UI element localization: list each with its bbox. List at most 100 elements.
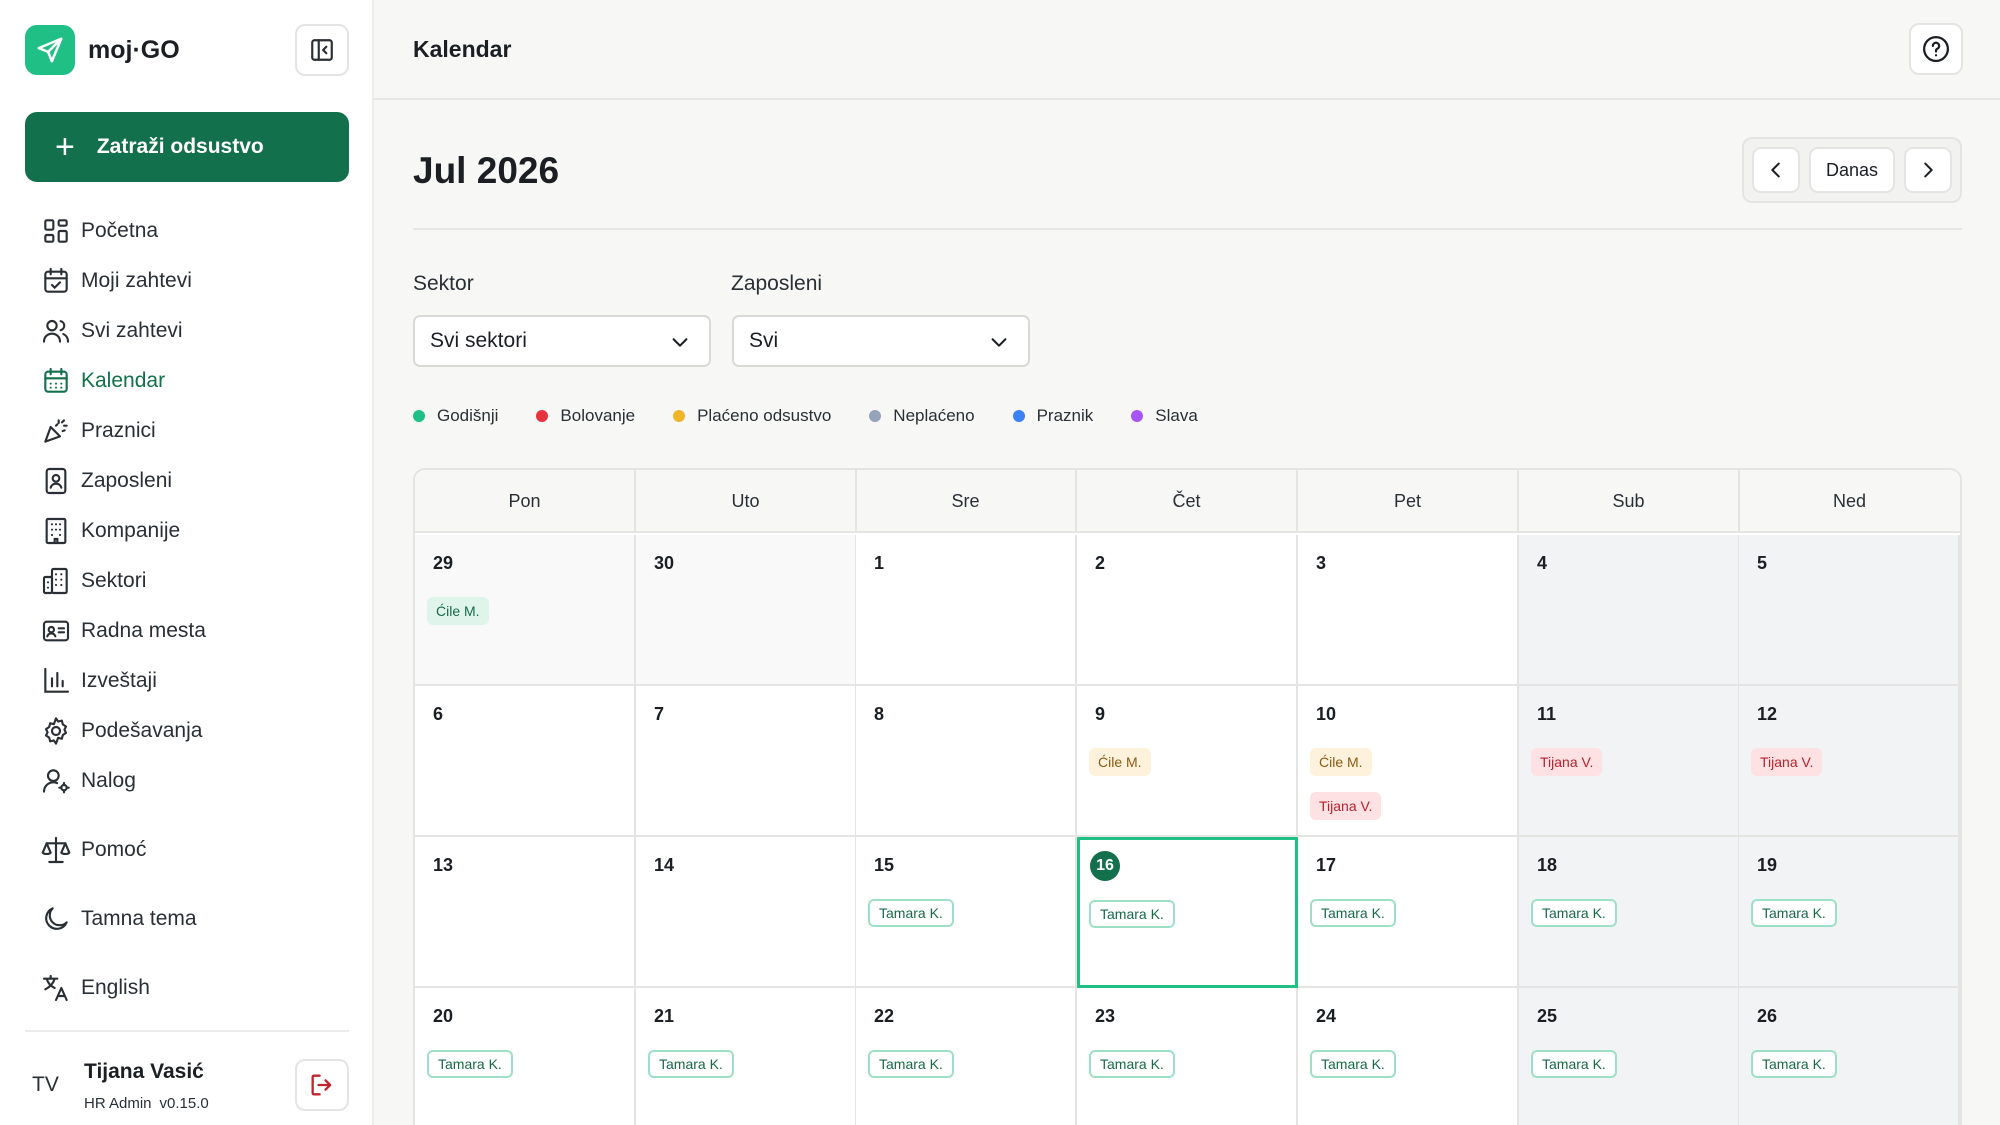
sidebar-item-label: Izveštaji (81, 669, 157, 692)
day-number: 6 (433, 704, 444, 724)
legend-dot (869, 410, 882, 422)
previous-month-button[interactable] (1752, 147, 1800, 193)
weekday-label: Uto (636, 470, 857, 533)
user-role: HR Admin (84, 1095, 152, 1112)
calendar-day[interactable]: 20 Tamara K. (415, 988, 636, 1125)
calendar-day[interactable]: 17 Tamara K. (1298, 837, 1519, 988)
sidebar-item-radna-mesta[interactable]: Radna mesta (40, 611, 206, 651)
weekday-label: Sub (1519, 470, 1740, 533)
help-button[interactable] (1909, 23, 1963, 75)
scales-icon (41, 836, 71, 864)
avatar: TV (32, 1073, 59, 1096)
calendar-day[interactable]: 14 (636, 837, 857, 988)
legend-item: Godišnji (413, 406, 498, 426)
calendar-day[interactable]: 30 (636, 535, 857, 686)
calendar-day[interactable]: 21 Tamara K. (636, 988, 857, 1125)
absence-chip[interactable]: Tamara K. (1089, 1050, 1175, 1078)
calendar-day[interactable]: 26 Tamara K. (1739, 988, 1960, 1125)
sidebar-item-kalendar[interactable]: Kalendar (40, 361, 165, 401)
absence-chip[interactable]: Ćile M. (427, 597, 489, 625)
id-badge-icon (45, 467, 67, 495)
calendar-day[interactable]: 13 (415, 837, 636, 988)
sidebar-item-kompanije[interactable]: Kompanije (40, 511, 180, 551)
calendar-day[interactable]: 8 (856, 686, 1077, 837)
calendar-day[interactable]: 24 Tamara K. (1298, 988, 1519, 1125)
absence-chip[interactable]: Tijana V. (1751, 748, 1823, 776)
calendar-day[interactable]: 12 Tijana V. (1739, 686, 1960, 837)
sidebar-item-svi-zahtevi[interactable]: Svi zahtevi (40, 311, 183, 351)
absence-chip[interactable]: Tamara K. (1089, 900, 1175, 928)
calendar-day[interactable]: 7 (636, 686, 857, 837)
sidebar-item-sektori[interactable]: Sektori (40, 561, 146, 601)
dark-theme-toggle[interactable]: Tamna tema (40, 899, 197, 939)
absence-chip[interactable]: Tamara K. (868, 1050, 954, 1078)
language-toggle[interactable]: English (40, 968, 150, 1008)
absence-chip[interactable]: Tamara K. (648, 1050, 734, 1078)
calendar-day[interactable]: 19 Tamara K. (1739, 837, 1960, 988)
day-number: 15 (874, 855, 895, 875)
employee-select-value: Svi (749, 329, 779, 352)
calendar-day[interactable]: 6 (415, 686, 636, 837)
calendar-day[interactable]: 1 (856, 535, 1077, 686)
sidebar-item-praznici[interactable]: Praznici (40, 411, 156, 451)
help-icon (1923, 36, 1949, 62)
plus-icon: + (55, 128, 75, 166)
sidebar-item-label: Pomoć (81, 838, 147, 861)
calendar-day[interactable]: 9 Ćile M. (1077, 686, 1298, 837)
bar-chart-icon (44, 667, 70, 693)
calendar-day[interactable]: 3 (1298, 535, 1519, 686)
employee-select[interactable]: Svi (732, 315, 1030, 367)
sidebar-item-moji-zahtevi[interactable]: Moji zahtevi (40, 261, 192, 301)
calendar-day[interactable]: 22 Tamara K. (856, 988, 1077, 1125)
day-number: 26 (1757, 1006, 1778, 1026)
absence-chip[interactable]: Tamara K. (868, 899, 954, 927)
request-leave-label: Zatraži odsustvo (96, 135, 264, 158)
absence-chip[interactable]: Ćile M. (1310, 748, 1372, 776)
logout-button[interactable] (295, 1059, 349, 1111)
legend-item: Slava (1131, 406, 1198, 426)
sidebar-divider (25, 1030, 349, 1032)
sidebar-item-izvestaji[interactable]: Izveštaji (40, 661, 157, 701)
legend-item: Neplaćeno (869, 406, 975, 426)
month-title: Jul 2026 (413, 150, 560, 191)
sector-select[interactable]: Svi sektori (413, 315, 711, 367)
weekday-header: Pon Uto Sre Čet Pet Sub Ned (415, 470, 1960, 533)
day-number: 16 (1090, 851, 1120, 881)
sidebar-item-label: Sektori (81, 569, 147, 592)
sidebar-item-nalog[interactable]: Nalog (40, 761, 136, 801)
calendar-day-today[interactable]: 16 Tamara K. (1077, 837, 1298, 988)
absence-chip[interactable]: Tamara K. (1531, 899, 1617, 927)
calendar-day[interactable]: 4 (1519, 535, 1740, 686)
absence-chip[interactable]: Ćile M. (1089, 748, 1151, 776)
calendar-day[interactable]: 5 (1739, 535, 1960, 686)
absence-chip[interactable]: Tamara K. (1531, 1050, 1617, 1078)
calendar-day[interactable]: 23 Tamara K. (1077, 988, 1298, 1125)
sidebar-item-pocetna[interactable]: Početna (40, 211, 158, 251)
logo-icon (25, 25, 75, 75)
request-leave-button[interactable]: + Zatraži odsustvo (25, 112, 349, 182)
day-number: 23 (1095, 1006, 1116, 1026)
absence-chip[interactable]: Tijana V. (1531, 748, 1603, 776)
calendar-day[interactable]: 15 Tamara K. (856, 837, 1077, 988)
legend-dot (413, 410, 425, 422)
calendar-day[interactable]: 11 Tijana V. (1519, 686, 1740, 837)
absence-chip[interactable]: Tijana V. (1310, 792, 1382, 820)
next-month-button[interactable] (1904, 147, 1952, 193)
calendar-day[interactable]: 18 Tamara K. (1519, 837, 1740, 988)
absence-type-legend: Godišnji Bolovanje Plaćeno odsustvo Neplaće… (413, 406, 1236, 426)
calendar-day[interactable]: 29 Ćile M. (415, 535, 636, 686)
calendar-day[interactable]: 2 (1077, 535, 1298, 686)
sidebar-item-pomoc[interactable]: Pomoć (40, 830, 146, 870)
calendar-day[interactable]: 10 Ćile M. Tijana V. (1298, 686, 1519, 837)
today-button[interactable]: Danas (1809, 147, 1895, 193)
collapse-sidebar-button[interactable] (295, 24, 349, 76)
absence-chip[interactable]: Tamara K. (1751, 899, 1837, 927)
sidebar-item-podesavanja[interactable]: Podešavanja (40, 711, 202, 751)
sidebar-item-zaposleni[interactable]: Zaposleni (40, 461, 172, 501)
day-number: 2 (1095, 553, 1106, 573)
calendar-day[interactable]: 25 Tamara K. (1519, 988, 1740, 1125)
absence-chip[interactable]: Tamara K. (1310, 1050, 1396, 1078)
absence-chip[interactable]: Tamara K. (1751, 1050, 1837, 1078)
absence-chip[interactable]: Tamara K. (427, 1050, 513, 1078)
absence-chip[interactable]: Tamara K. (1310, 899, 1396, 927)
